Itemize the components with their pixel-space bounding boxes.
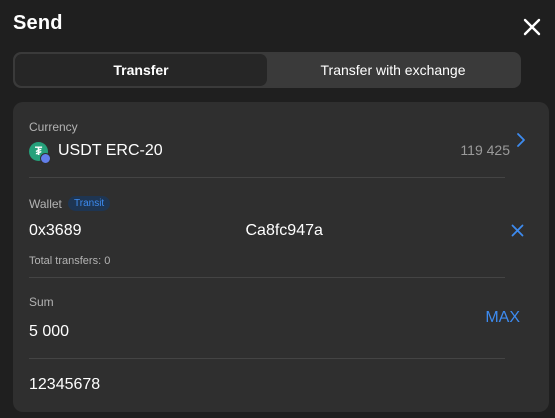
comment-input[interactable]: 12345678 xyxy=(29,376,100,394)
chevron-right-icon[interactable] xyxy=(515,132,527,148)
max-button[interactable]: MAX xyxy=(485,309,520,327)
wallet-label: Wallet xyxy=(29,197,62,211)
currency-balance: 119 425 xyxy=(460,142,510,158)
currency-label: Currency xyxy=(29,120,78,134)
total-transfers: Total transfers: 0 xyxy=(29,255,111,267)
divider xyxy=(29,277,505,278)
close-icon[interactable] xyxy=(523,18,541,36)
tab-transfer[interactable]: Transfer xyxy=(15,54,267,86)
ethereum-badge-icon xyxy=(40,152,51,164)
wallet-address-input[interactable]: 0x3689 Ca8fc947a xyxy=(29,222,323,240)
wallet-address-end: Ca8fc947a xyxy=(245,222,323,239)
divider xyxy=(29,177,505,178)
send-form-card: Currency ₮ USDT ERC-20 119 425 Wallet Tr… xyxy=(13,102,549,412)
tether-icon: ₮ xyxy=(29,141,51,164)
wallet-address-start: 0x3689 xyxy=(29,222,82,239)
divider xyxy=(29,358,505,359)
tab-transfer-with-exchange[interactable]: Transfer with exchange xyxy=(267,54,519,86)
sum-label: Sum xyxy=(29,295,54,309)
currency-selector[interactable]: ₮ USDT ERC-20 xyxy=(29,140,163,164)
clear-icon[interactable] xyxy=(511,224,524,237)
dialog-header: Send xyxy=(0,0,555,50)
transfer-type-tabs: Transfer Transfer with exchange xyxy=(13,52,521,88)
dialog-title: Send xyxy=(13,12,63,34)
transit-badge: Transit xyxy=(68,196,111,211)
currency-name: USDT ERC-20 xyxy=(58,142,163,159)
sum-input[interactable]: 5 000 xyxy=(29,323,69,341)
